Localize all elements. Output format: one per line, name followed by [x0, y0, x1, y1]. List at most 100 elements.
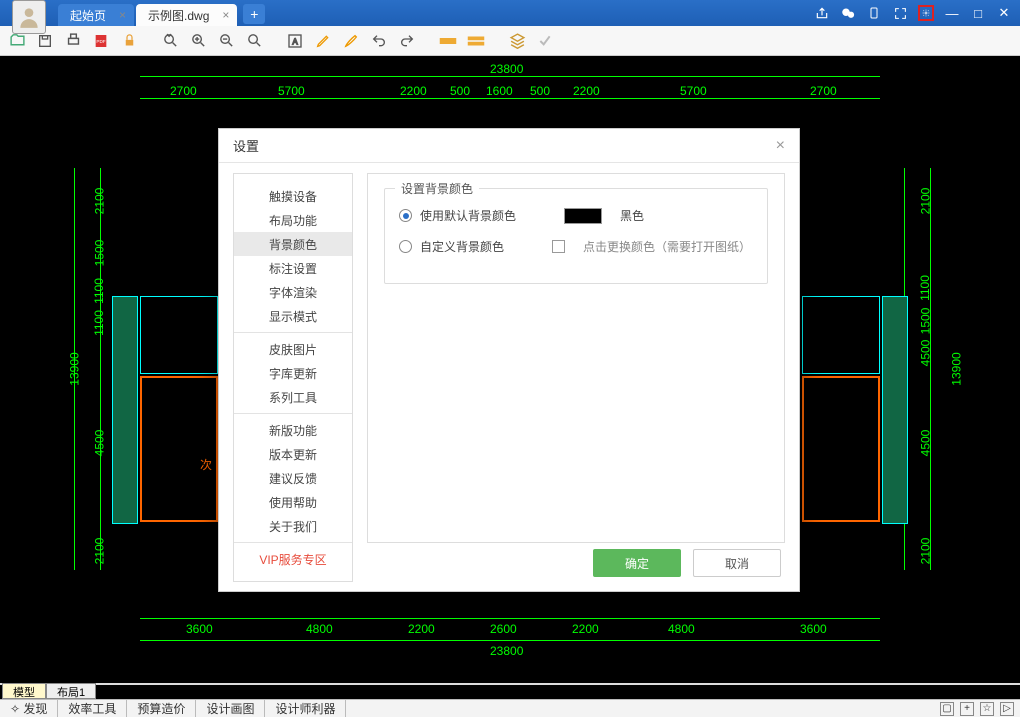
cancel-button[interactable]: 取消: [693, 549, 781, 577]
wall: [112, 296, 138, 524]
pencil-icon[interactable]: [314, 32, 332, 50]
redo-icon[interactable]: [398, 32, 416, 50]
save-icon[interactable]: [36, 32, 54, 50]
measure-icon[interactable]: [439, 32, 457, 50]
undo-icon[interactable]: [370, 32, 388, 50]
open-icon[interactable]: [8, 32, 26, 50]
sidebar-item[interactable]: 新版功能: [234, 418, 352, 442]
layout-tab-1[interactable]: 布局1: [46, 683, 96, 699]
print-icon[interactable]: [64, 32, 82, 50]
sidebar-item[interactable]: 使用帮助: [234, 490, 352, 514]
dim: 2200: [408, 622, 435, 636]
tab-label: 起始页: [70, 7, 106, 24]
sidebar-item[interactable]: 布局功能: [234, 208, 352, 232]
fieldset-legend: 设置背景颜色: [395, 180, 479, 197]
dialog-footer: 确定 取消: [593, 549, 781, 577]
color-swatch-black[interactable]: [564, 208, 602, 224]
text-icon[interactable]: A: [286, 32, 304, 50]
tab-start[interactable]: 起始页 ×: [58, 4, 134, 26]
title-bar: 起始页 × 示例图.dwg × + — □ ✕: [0, 0, 1020, 26]
sidebar-item[interactable]: 皮肤图片: [234, 337, 352, 361]
dim: 3600: [800, 622, 827, 636]
radio-default-bg[interactable]: [399, 209, 412, 222]
zoom-out-icon[interactable]: [217, 32, 235, 50]
dialog-header: 设置 ×: [219, 129, 799, 163]
dialog-close-button[interactable]: ×: [776, 137, 785, 155]
dim: 2700: [810, 84, 837, 98]
sidebar-item[interactable]: 系列工具: [234, 385, 352, 409]
sidebar-item[interactable]: 显示模式: [234, 304, 352, 328]
sidebar-item[interactable]: 关于我们: [234, 514, 352, 538]
minimize-icon[interactable]: —: [944, 5, 960, 21]
status-icon[interactable]: ▷: [1000, 702, 1014, 716]
tab-add-button[interactable]: +: [243, 4, 265, 24]
settings-dialog: 设置 × 触摸设备 布局功能 背景颜色 标注设置 字体渲染 显示模式 皮肤图片 …: [218, 128, 800, 592]
settings-panel: 设置背景颜色 使用默认背景颜色 黑色 自定义背景颜色 点击更换颜色（需要打开图纸…: [367, 173, 785, 543]
dim-line: [140, 76, 880, 77]
sidebar-item[interactable]: 建议反馈: [234, 466, 352, 490]
radio-custom-bg[interactable]: [399, 240, 412, 253]
dim: 2200: [573, 84, 600, 98]
sidebar-item-vip[interactable]: VIP服务专区: [234, 547, 352, 571]
dim: 5700: [680, 84, 707, 98]
maximize-icon[interactable]: □: [970, 5, 986, 21]
tab-label: 示例图.dwg: [148, 7, 209, 24]
status-item[interactable]: 设计画图: [196, 700, 265, 717]
sidebar-item[interactable]: 触摸设备: [234, 184, 352, 208]
close-icon[interactable]: ×: [222, 8, 229, 22]
zoom-region-icon[interactable]: [161, 32, 179, 50]
layout-tab-model[interactable]: 模型: [2, 683, 46, 699]
sidebar-item[interactable]: 字体渲染: [234, 280, 352, 304]
share-icon[interactable]: [814, 5, 830, 21]
zoom-in-icon[interactable]: [189, 32, 207, 50]
option-default-row: 使用默认背景颜色 黑色: [399, 207, 753, 224]
zoom-icon[interactable]: [245, 32, 263, 50]
pdf-icon[interactable]: PDF: [92, 32, 110, 50]
custom-color-box[interactable]: [552, 240, 565, 253]
status-discover[interactable]: ✧ 发现: [0, 700, 58, 717]
dim: 2700: [170, 84, 197, 98]
sidebar-item[interactable]: 字库更新: [234, 361, 352, 385]
check-icon[interactable]: [536, 32, 554, 50]
svg-text:A: A: [292, 37, 298, 46]
dim-line: [140, 98, 880, 99]
status-icon[interactable]: +: [960, 702, 974, 716]
dialog-title: 设置: [233, 136, 259, 155]
dim: 3600: [186, 622, 213, 636]
dim: 1600: [486, 84, 513, 98]
ok-button[interactable]: 确定: [593, 549, 681, 577]
measure-multi-icon[interactable]: [467, 32, 485, 50]
document-tabs: 起始页 × 示例图.dwg × +: [58, 0, 806, 26]
status-item[interactable]: 设计师利器: [265, 700, 346, 717]
label: 发现: [23, 702, 47, 716]
sidebar-item[interactable]: 版本更新: [234, 442, 352, 466]
status-bar: ✧ 发现 效率工具 预算造价 设计画图 设计师利器 ▢ + ☆ ▷: [0, 699, 1020, 717]
fullscreen-icon[interactable]: [892, 5, 908, 21]
sidebar-item-bgcolor[interactable]: 背景颜色: [234, 232, 352, 256]
status-item[interactable]: 预算造价: [127, 700, 196, 717]
user-avatar[interactable]: [12, 0, 46, 34]
layers-icon[interactable]: [508, 32, 526, 50]
dim: 5700: [278, 84, 305, 98]
close-icon[interactable]: ×: [119, 8, 126, 22]
person-icon: [16, 4, 42, 30]
sidebar-item[interactable]: 标注设置: [234, 256, 352, 280]
status-icon[interactable]: ☆: [980, 702, 994, 716]
mobile-icon[interactable]: [866, 5, 882, 21]
status-icon[interactable]: ▢: [940, 702, 954, 716]
brush-icon[interactable]: [342, 32, 360, 50]
wechat-icon[interactable]: [840, 5, 856, 21]
dim: 13900: [950, 352, 964, 385]
avatar-wrap: [0, 0, 58, 26]
tab-drawing[interactable]: 示例图.dwg ×: [136, 4, 237, 26]
lock-icon[interactable]: [120, 32, 138, 50]
dialog-body: 触摸设备 布局功能 背景颜色 标注设置 字体渲染 显示模式 皮肤图片 字库更新 …: [219, 163, 799, 592]
hscroll[interactable]: [0, 683, 1020, 685]
close-window-icon[interactable]: ✕: [996, 5, 1012, 21]
settings-icon[interactable]: [918, 5, 934, 21]
dim: 2200: [400, 84, 427, 98]
room-label: 次: [200, 456, 212, 473]
dim: 1100: [92, 310, 106, 336]
dim-line: [140, 618, 880, 619]
status-item[interactable]: 效率工具: [58, 700, 127, 717]
